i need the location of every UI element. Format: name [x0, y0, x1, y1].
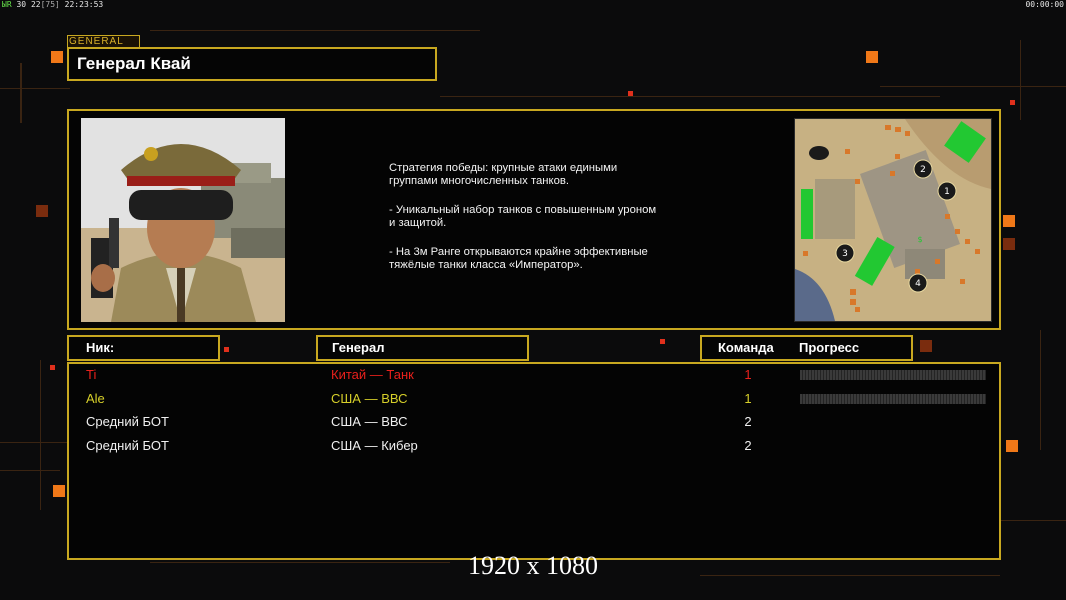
player-nick: Средний БОТ [86, 438, 169, 453]
general-portrait-image [81, 118, 285, 322]
player-progress-bar [800, 370, 986, 380]
start-position-3: 3 [842, 249, 848, 259]
header-team-progress-box: Команда Прогресс [700, 335, 913, 361]
general-title-box: Генерал Квай [67, 47, 437, 81]
player-general: Китай — Танк [331, 367, 414, 382]
player-general: США — ВВС [331, 391, 408, 406]
game-timer: 00:00:00 [1025, 0, 1064, 9]
fps-counter: ЫR 30 22[75] 22:23:53 [2, 0, 103, 9]
latency-value: 22 [30, 0, 41, 9]
player-team: 2 [744, 414, 752, 429]
supply-icon: $ [917, 235, 922, 244]
player-row-2: Ale США — ВВС 1 [69, 389, 999, 409]
description-rank3: - На 3м Ранге открываются крайне эффекти… [389, 246, 648, 271]
map-preview[interactable]: 1 2 3 4 $ [794, 118, 992, 322]
header-general: Генерал [332, 340, 385, 355]
player-row-3: Средний БОТ США — ВВС 2 [69, 412, 999, 432]
player-nick: Ti [86, 367, 97, 382]
player-general: США — ВВС [331, 414, 408, 429]
player-team: 1 [744, 367, 752, 382]
start-position-2: 2 [920, 165, 926, 175]
player-row-1: Ti Китай — Танк 1 [69, 365, 999, 385]
general-description: Стратегия победы: крупные атаки едиными … [389, 162, 709, 288]
player-general: США — Кибер [331, 438, 418, 453]
header-general-box: Генерал [316, 335, 529, 361]
description-tanks: - Уникальный набор танков с повышенным у… [389, 204, 657, 229]
latency-bracket: [75] [40, 0, 60, 9]
fps-label: ЫR [2, 0, 12, 9]
players-panel: Ti Китай — Танк 1 Ale США — ВВС 1 Средни… [67, 362, 1001, 560]
header-team: Команда [718, 340, 774, 355]
description-strategy: Стратегия победы: крупные атаки едиными … [389, 162, 618, 187]
clock: 22:23:53 [64, 0, 104, 9]
player-team: 1 [744, 391, 752, 406]
resolution-caption: 1920 x 1080 [468, 551, 598, 580]
start-position-4: 4 [915, 279, 921, 289]
player-row-4: Средний БОТ США — Кибер 2 [69, 436, 999, 456]
player-nick: Средний БОТ [86, 414, 169, 429]
fps-value: 30 [16, 0, 27, 9]
map-preview-image: 1 2 3 4 $ [795, 119, 991, 321]
header-nick-box: Ник: [67, 335, 220, 361]
general-name: Генерал Квай [77, 54, 191, 73]
start-position-1: 1 [944, 187, 950, 197]
general-portrait [81, 118, 285, 322]
header-progress: Прогресс [799, 340, 860, 355]
player-nick: Ale [86, 391, 105, 406]
header-nick: Ник: [86, 340, 115, 355]
player-team: 2 [744, 438, 752, 453]
general-info-panel: Стратегия победы: крупные атаки едиными … [67, 109, 1001, 330]
player-progress-bar [800, 394, 986, 404]
